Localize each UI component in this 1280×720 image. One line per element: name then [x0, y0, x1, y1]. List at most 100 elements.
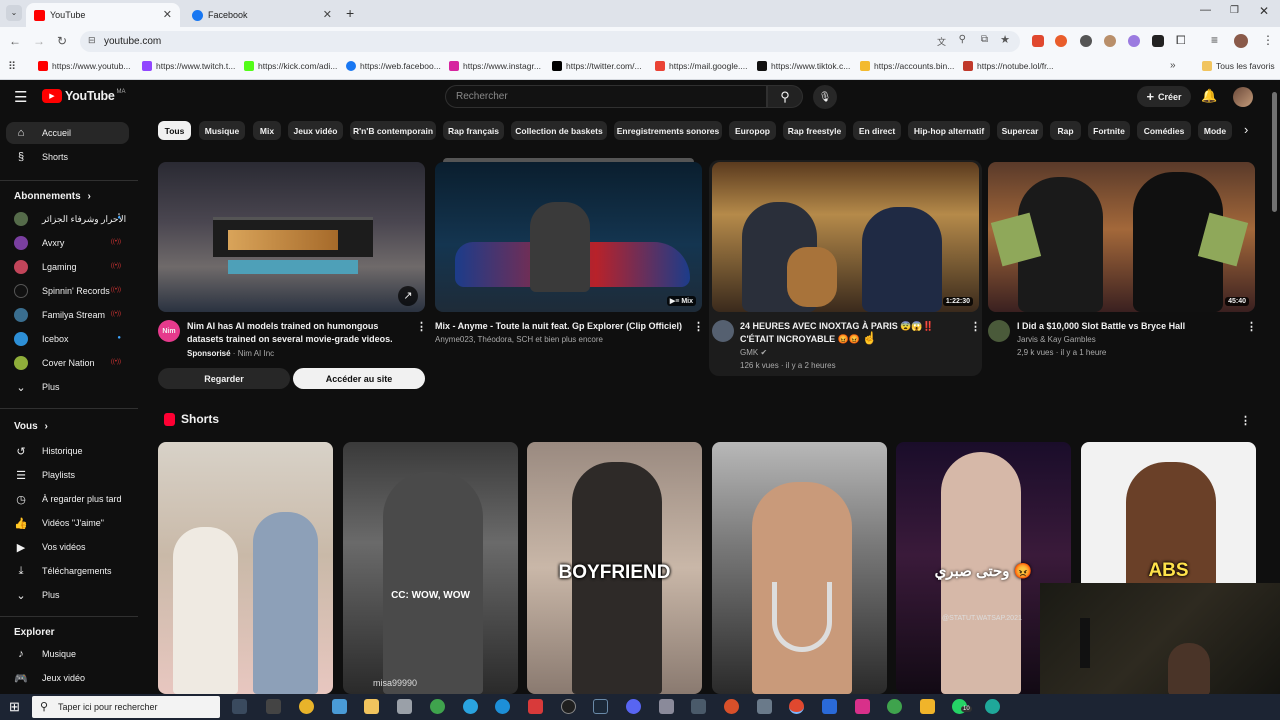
subscriptions-header[interactable]: Abonnements › [14, 191, 91, 202]
chrome-active-icon[interactable] [789, 699, 804, 714]
create-button[interactable]: + Créer [1137, 86, 1191, 107]
sidebar-item-history[interactable]: ↺ Historique [6, 440, 129, 462]
close-window-button[interactable]: ✕ [1259, 4, 1269, 18]
back-arrow-icon[interactable]: ← [9, 34, 21, 48]
extension-icon[interactable] [1032, 35, 1044, 47]
chrome-icon[interactable] [430, 699, 445, 714]
taskbar-app-icon[interactable] [659, 699, 674, 714]
channel-name[interactable]: Jarvis & Kay Gambles [1017, 334, 1096, 346]
bookmark-instagram[interactable]: https://www.instagr... [449, 61, 541, 71]
chip[interactable]: Fortnite [1088, 121, 1130, 140]
taskbar-app-icon[interactable] [724, 699, 739, 714]
taskbar-app-icon[interactable] [528, 699, 543, 714]
chip[interactable]: Rap freestyle [783, 121, 846, 140]
taskbar-app-icon[interactable] [822, 699, 837, 714]
bookmark-binance[interactable]: https://accounts.bin... [860, 61, 954, 71]
bookmark-kick[interactable]: https://kick.com/adi... [244, 61, 337, 71]
visit-site-button[interactable]: Accéder au site [293, 368, 425, 389]
taskbar-app-icon[interactable] [757, 699, 772, 714]
open-external-icon[interactable]: ↗ [398, 286, 418, 306]
search-button[interactable]: ⚲ [767, 85, 803, 108]
taskbar-app-icon[interactable] [855, 699, 870, 714]
video-thumbnail[interactable]: ▶≡ Mix [435, 162, 702, 312]
translate-icon[interactable]: 文 [937, 35, 946, 48]
bookmark-facebook[interactable]: https://web.faceboo... [346, 61, 441, 71]
sidebar-item-downloads[interactable]: ⤓ Téléchargements [6, 560, 129, 582]
reload-icon[interactable]: ↻ [57, 34, 67, 48]
chip[interactable]: Europop [729, 121, 776, 140]
taskbar-app-icon[interactable] [985, 699, 1000, 714]
tab-search-button[interactable]: ⌄ [6, 5, 22, 21]
bookmark-youtube[interactable]: https://www.youtub... [38, 61, 130, 71]
taskbar-app-icon[interactable] [266, 699, 281, 714]
extension-icon[interactable] [1152, 35, 1164, 47]
steam-icon[interactable] [593, 699, 608, 714]
more-options-icon[interactable]: ⋮ [970, 320, 981, 333]
all-bookmarks-folder[interactable]: Tous les favoris [1202, 61, 1275, 71]
close-tab-icon[interactable]: ✕ [163, 8, 172, 21]
hamburger-menu-icon[interactable]: ☰ [14, 88, 27, 106]
video-title[interactable]: Nim AI has AI models trained on humongou… [187, 320, 409, 345]
taskbar-app-icon[interactable] [561, 699, 576, 714]
chrome-icon[interactable] [887, 699, 902, 714]
chip-all[interactable]: Tous [158, 121, 191, 140]
sidebar-item-shorts[interactable]: § Shorts [6, 146, 129, 168]
sidebar-item-watch-later[interactable]: ◷ À regarder plus tard [6, 488, 129, 510]
extension-icon[interactable] [1128, 35, 1140, 47]
sidebar-item-subscription[interactable]: Lgaming ((•)) [6, 256, 129, 278]
sidebar-item-subscription[interactable]: Familya Stream ((•)) [6, 304, 129, 326]
page-scrollbar-thumb[interactable] [1272, 92, 1277, 212]
more-options-icon[interactable]: ⋮ [416, 320, 427, 333]
chips-next-arrow-icon[interactable]: › [1244, 122, 1248, 137]
taskbar-search-input[interactable]: ⚲ Taper ici pour rechercher [32, 696, 220, 718]
bookmark-star-icon[interactable]: ★ [1000, 33, 1010, 46]
youtube-logo[interactable]: ▶ YouTube MA [42, 89, 126, 103]
sidebar-item-more[interactable]: ⌄ Plus [6, 584, 129, 606]
video-thumbnail[interactable]: ↗ [158, 162, 425, 312]
bookmark-twitch[interactable]: https://www.twitch.t... [142, 61, 235, 71]
sidebar-item-more-subscriptions[interactable]: ⌄ Plus [6, 376, 129, 398]
chip[interactable]: Collection de baskets [511, 121, 607, 140]
chip[interactable]: Hip-hop alternatif [908, 121, 990, 140]
bookmark-tiktok[interactable]: https://www.tiktok.c... [757, 61, 850, 71]
sidebar-item-subscription[interactable]: Icebox ● [6, 328, 129, 350]
bookmark-twitter[interactable]: https://twitter.com/... [552, 61, 642, 71]
install-app-icon[interactable]: ⧉ [981, 34, 988, 45]
apps-grid-icon[interactable]: ⠿ [8, 60, 16, 73]
bookmark-notube[interactable]: https://notube.lol/fr... [963, 61, 1054, 71]
chip[interactable]: Supercar [997, 121, 1043, 140]
extension-icon[interactable] [1055, 35, 1067, 47]
channel-avatar[interactable] [988, 320, 1010, 342]
channel-avatar[interactable] [712, 320, 734, 342]
profile-avatar[interactable] [1234, 34, 1248, 48]
sidebar-item-home[interactable]: ⌂ Accueil [6, 122, 129, 144]
chip[interactable]: Enregistrements sonores [614, 121, 722, 140]
chip[interactable]: R'n'B contemporain [350, 121, 436, 140]
browser-menu-icon[interactable]: ⋮ [1262, 33, 1274, 47]
tab-youtube[interactable]: YouTube ✕ [26, 3, 180, 27]
new-tab-button[interactable]: + [346, 5, 354, 21]
calculator-icon[interactable] [691, 699, 706, 714]
chip[interactable]: En direct [853, 121, 901, 140]
more-options-icon[interactable]: ⋮ [1246, 320, 1257, 333]
sidebar-item-your-videos[interactable]: ▶ Vos vidéos [6, 536, 129, 558]
notifications-bell-icon[interactable]: 🔔 [1201, 88, 1217, 104]
channel-avatar[interactable]: Nim [158, 320, 180, 342]
edge-icon[interactable] [495, 699, 510, 714]
telegram-icon[interactable] [463, 699, 478, 714]
shorts-more-options-icon[interactable]: ⋮ [1240, 414, 1251, 427]
discord-icon[interactable] [626, 699, 641, 714]
chip[interactable]: Jeux vidéo [288, 121, 343, 140]
chip[interactable]: Rap français [443, 121, 504, 140]
chip[interactable]: Mode [1198, 121, 1232, 140]
minimize-window-button[interactable]: — [1200, 4, 1211, 16]
sidebar-item-subscription[interactable]: Avxry ((•)) [6, 232, 129, 254]
chip[interactable]: Rap [1050, 121, 1081, 140]
voice-search-button[interactable]: 🎙 [813, 85, 837, 109]
taskbar-app-icon[interactable] [920, 699, 935, 714]
video-title[interactable]: Mix - Anyme - Toute la nuit feat. Gp Exp… [435, 320, 690, 333]
short-thumbnail[interactable] [158, 442, 333, 694]
taskbar-app-icon[interactable] [332, 699, 347, 714]
close-tab-icon[interactable]: ✕ [323, 8, 332, 21]
taskbar-app-icon[interactable] [397, 699, 412, 714]
